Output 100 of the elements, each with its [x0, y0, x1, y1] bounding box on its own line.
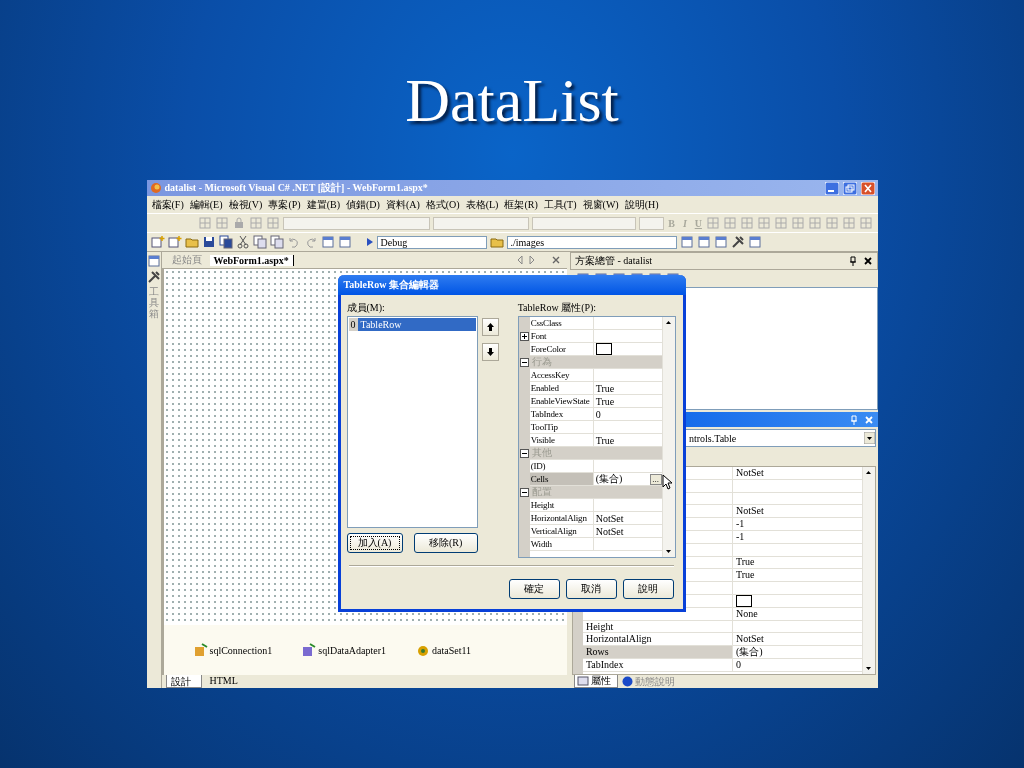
menu-item[interactable]: 視窗(W)	[582, 197, 619, 212]
menu-item[interactable]: 格式(O)	[425, 197, 460, 212]
move-up-button[interactable]	[481, 318, 499, 336]
property-value[interactable]: True	[735, 556, 755, 569]
move-down-button[interactable]	[481, 343, 499, 361]
document-tab[interactable]: WebForm1.aspx*	[209, 254, 294, 266]
dialog-button[interactable]: 確定	[508, 579, 560, 599]
remove-button[interactable]: 移除(R)	[413, 533, 478, 553]
menu-item[interactable]: 專案(P)	[268, 197, 301, 212]
property-value[interactable]: None	[735, 607, 758, 620]
window-icon[interactable]	[679, 235, 694, 249]
menu-item[interactable]: 建置(B)	[306, 197, 340, 212]
panel-tab[interactable]: 屬性	[573, 675, 618, 688]
property-name[interactable]: Font	[529, 330, 594, 342]
component-label[interactable]: sqlConnection1	[209, 644, 273, 656]
property-value[interactable]: NotSet	[595, 525, 624, 537]
window-icon[interactable]	[713, 235, 728, 249]
property-value[interactable]: 0	[735, 658, 741, 671]
members-list[interactable]: 0 TableRow	[346, 316, 478, 528]
property-name[interactable]: ToolTip	[529, 421, 594, 433]
menu-item[interactable]: 檢視(V)	[228, 197, 263, 212]
restore-icon[interactable]	[842, 181, 857, 195]
window-icon[interactable]	[747, 235, 762, 249]
property-name[interactable]: Enabled	[529, 382, 594, 394]
window-icon[interactable]	[696, 235, 711, 249]
dialog-button[interactable]: 取消	[565, 579, 617, 599]
component-icon	[416, 643, 431, 657]
path-dropdown[interactable]: ./images	[506, 235, 677, 249]
dropdown-arrow-icon[interactable]	[863, 432, 875, 444]
pin-icon[interactable]	[848, 256, 857, 266]
property-name[interactable]: Visible	[529, 434, 594, 446]
property-value[interactable]: 0	[595, 408, 601, 420]
minimize-icon[interactable]	[824, 181, 839, 195]
save-all-icon[interactable]	[218, 235, 233, 249]
document-icon[interactable]	[320, 235, 335, 249]
component-label[interactable]: dataSet11	[432, 644, 472, 656]
scrollbar[interactable]	[861, 467, 875, 674]
add-button[interactable]: 加入(A)	[346, 533, 403, 553]
property-value[interactable]: True	[735, 569, 755, 582]
save-icon[interactable]	[201, 235, 216, 249]
new-project-icon[interactable]	[150, 235, 165, 249]
menu-item[interactable]: 資料(A)	[385, 197, 420, 212]
property-name[interactable]: TabIndex	[582, 658, 733, 671]
scrollbar[interactable]	[661, 317, 675, 557]
expand-icon[interactable]	[519, 331, 529, 341]
collapse-icon[interactable]	[519, 357, 529, 367]
property-name[interactable]: TabIndex	[529, 408, 594, 420]
cut-icon[interactable]	[235, 235, 250, 249]
property-name[interactable]: ForeColor	[529, 343, 594, 355]
paste-icon[interactable]	[269, 235, 284, 249]
property-value[interactable]: -1	[735, 530, 745, 543]
copy-icon[interactable]	[252, 235, 267, 249]
property-value[interactable]: NotSet	[735, 466, 764, 479]
property-value[interactable]: (集合)	[735, 646, 763, 659]
menu-item[interactable]: 檔案(F)	[151, 197, 184, 212]
property-value[interactable]: NotSet	[735, 505, 764, 518]
start-icon[interactable]	[365, 237, 374, 247]
menu-item[interactable]: 表格(L)	[465, 197, 499, 212]
add-item-icon[interactable]	[167, 235, 182, 249]
property-value[interactable]: True	[595, 382, 615, 394]
property-name[interactable]: HorizontalAlign	[529, 512, 594, 524]
property-value[interactable]: True	[595, 395, 615, 407]
property-value[interactable]: NotSet	[735, 633, 764, 646]
close-icon[interactable]	[862, 256, 873, 266]
menu-item[interactable]: 偵錯(D)	[346, 197, 380, 212]
component-label[interactable]: sqlDataAdapter1	[318, 644, 387, 656]
window-icon[interactable]	[146, 254, 161, 268]
ellipsis-button[interactable]: ...	[649, 473, 662, 485]
property-name[interactable]: Height	[529, 499, 594, 511]
configuration-dropdown[interactable]: Debug	[376, 235, 487, 249]
menu-item[interactable]: 編輯(E)	[189, 197, 223, 212]
property-value[interactable]: -1	[735, 518, 745, 531]
property-value[interactable]: (集合)	[595, 472, 623, 486]
collapse-icon[interactable]	[519, 448, 529, 458]
property-name[interactable]: EnableViewState	[529, 395, 594, 407]
property-name[interactable]: HorizontalAlign	[582, 633, 733, 646]
collapse-icon[interactable]	[519, 487, 529, 497]
menu-item[interactable]: 說明(H)	[624, 197, 659, 212]
menu-item[interactable]: 工具(T)	[543, 197, 577, 212]
tools-icon[interactable]	[146, 270, 161, 284]
view-tab[interactable]: HTML	[205, 675, 248, 688]
property-name[interactable]: Height	[582, 620, 733, 633]
dialog-button[interactable]: 說明	[622, 579, 674, 599]
tools-icon[interactable]	[730, 235, 745, 249]
menu-item[interactable]: 框架(R)	[504, 197, 538, 212]
view-tab[interactable]: 設計	[165, 675, 202, 688]
property-name[interactable]: (ID)	[529, 460, 594, 472]
property-name[interactable]: AccessKey	[529, 369, 594, 381]
property-value[interactable]: True	[595, 434, 615, 446]
dialog-title: TableRow 集合編輯器	[337, 275, 686, 295]
property-name[interactable]: Width	[529, 538, 594, 550]
property-name[interactable]: Rows	[582, 646, 733, 658]
document-icon[interactable]	[337, 235, 352, 249]
undo-icon[interactable]	[286, 235, 301, 249]
member-item[interactable]: TableRow	[357, 318, 476, 331]
property-name[interactable]: CssClass	[529, 317, 594, 329]
open-folder-icon[interactable]	[489, 235, 504, 249]
property-value[interactable]: NotSet	[595, 512, 624, 524]
property-name[interactable]: VerticalAlign	[529, 525, 594, 537]
property-name[interactable]: Cells	[529, 473, 594, 485]
